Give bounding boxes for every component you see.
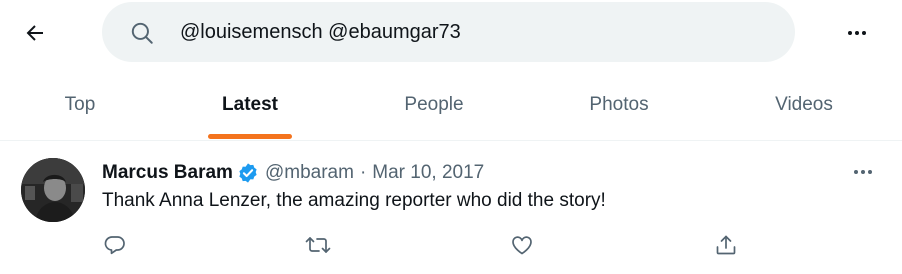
- reply-button[interactable]: [100, 230, 130, 260]
- tweet-header: Marcus Baram @mbaram · Mar 10, 2017: [102, 161, 484, 185]
- back-button[interactable]: [16, 14, 54, 52]
- meta-separator: ·: [359, 162, 367, 183]
- share-icon: [716, 235, 736, 255]
- author-handle[interactable]: @mbaram: [265, 162, 354, 184]
- tweet-text: Thank Anna Lenzer, the amazing reporter …: [102, 190, 606, 211]
- tab-latest[interactable]: Latest: [170, 78, 330, 140]
- retweet-button[interactable]: [303, 230, 333, 260]
- reply-icon: [104, 236, 125, 255]
- more-options-button[interactable]: [838, 14, 876, 52]
- retweet-icon: [305, 237, 331, 253]
- arrow-left-icon: [26, 25, 43, 41]
- like-button[interactable]: [507, 230, 537, 260]
- search-input[interactable]: [180, 16, 740, 48]
- search-icon: [131, 22, 153, 44]
- tweet[interactable]: Marcus Baram @mbaram · Mar 10, 2017 Than…: [0, 141, 902, 274]
- tab-videos-label: Videos: [775, 94, 833, 115]
- tab-latest-label: Latest: [222, 94, 278, 115]
- tweet-date[interactable]: Mar 10, 2017: [372, 162, 484, 184]
- search-box[interactable]: [102, 2, 795, 62]
- more-horizontal-icon: [848, 31, 866, 35]
- tab-top-label: Top: [64, 94, 96, 115]
- tab-photos[interactable]: Photos: [539, 78, 699, 140]
- avatar[interactable]: [21, 158, 85, 222]
- search-tabs: Top Latest People Photos Videos: [0, 78, 902, 140]
- tab-people[interactable]: People: [354, 78, 514, 140]
- share-button[interactable]: [711, 230, 741, 260]
- tab-videos[interactable]: Videos: [724, 78, 884, 140]
- like-icon: [512, 236, 532, 255]
- tab-top[interactable]: Top: [0, 78, 160, 140]
- more-horizontal-icon: [854, 170, 872, 174]
- top-bar: [0, 0, 902, 66]
- author-name[interactable]: Marcus Baram: [102, 162, 233, 184]
- tab-people-label: People: [404, 94, 464, 115]
- avatar-photo: [21, 158, 85, 222]
- tweet-more-button[interactable]: [844, 157, 882, 187]
- active-tab-indicator: [208, 134, 292, 139]
- verified-badge-icon[interactable]: [237, 162, 259, 184]
- tab-photos-label: Photos: [589, 94, 649, 115]
